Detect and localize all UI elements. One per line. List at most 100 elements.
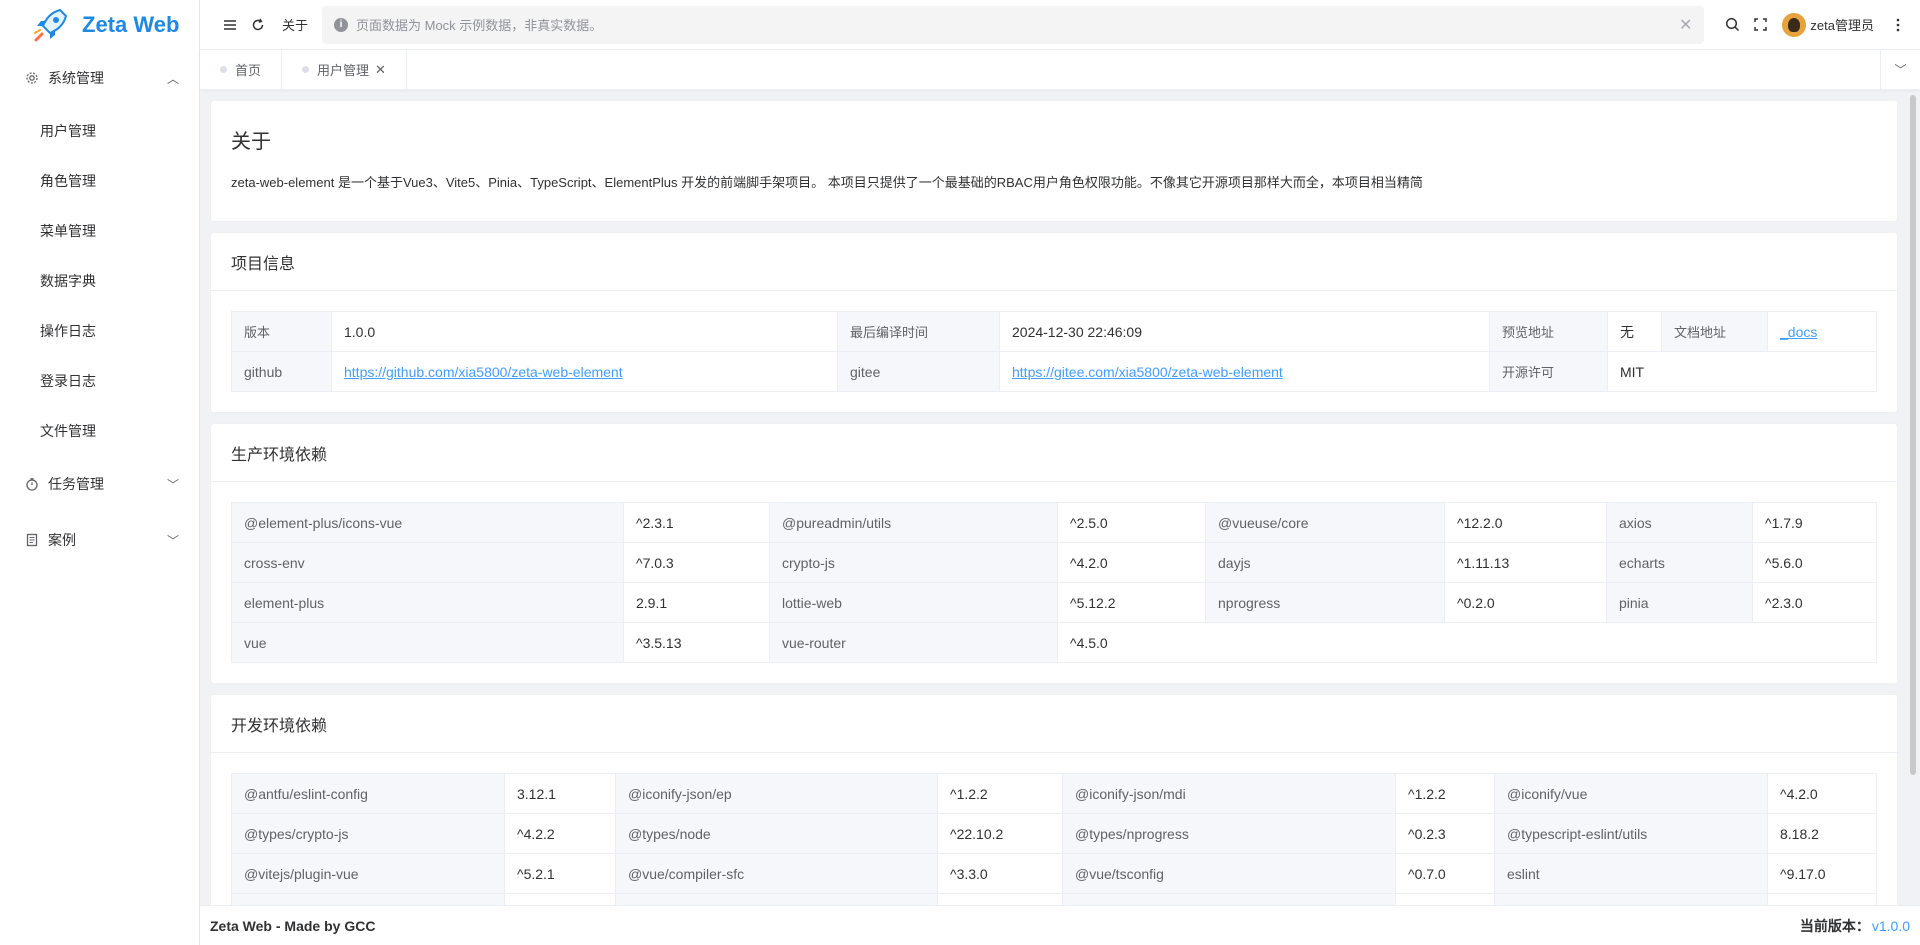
dep-version: ^5.12.2 <box>1057 582 1206 623</box>
dep-version: ^4.2.2 <box>504 813 616 854</box>
chevron-down-icon: ﹀ <box>166 477 179 492</box>
dep-version: ^2.5.0 <box>1057 502 1206 543</box>
dep-version: ^1.2.2 <box>1395 773 1495 814</box>
menu-group-tasks[interactable]: 任务管理 ﹀ <box>0 456 199 512</box>
version-value: v1.0.0 <box>1871 917 1910 934</box>
dep-version: ^1.2.2 <box>937 773 1063 814</box>
document-icon <box>24 532 40 548</box>
card-title: 开发环境依赖 <box>211 695 1897 753</box>
sidebar-item-dictionary[interactable]: 数据字典 <box>0 256 199 306</box>
menu-group-system[interactable]: 系统管理 ︿ <box>0 50 199 106</box>
dep-version: ^7.0.3 <box>623 542 770 583</box>
dep-version: ^3.5.13 <box>623 622 770 663</box>
sidebar-item-roles[interactable]: 角色管理 <box>0 156 199 206</box>
info-key: 文档地址 <box>1661 311 1768 352</box>
dep-version: ^22.10.2 <box>937 813 1063 854</box>
info-icon: i <box>334 17 349 32</box>
dep-name: @types/node <box>615 813 938 854</box>
search-icon[interactable] <box>1718 11 1746 39</box>
tab-user-management[interactable]: 用户管理 ✕ <box>282 50 407 89</box>
table-row: cross-env ^7.0.3 crypto-js ^4.2.0 dayjs ^1.11… <box>231 542 1877 583</box>
info-value: https://github.com/xia5800/zeta-web-elem… <box>331 351 838 392</box>
dep-version: ^2.3.0 <box>1752 582 1877 623</box>
info-key: 开源许可 <box>1489 351 1608 392</box>
dep-name: @types/nprogress <box>1062 813 1396 854</box>
dep-name: @vueuse/core <box>1205 502 1445 543</box>
dep-name: @iconify-json/mdi <box>1062 773 1396 814</box>
info-value: https://gitee.com/xia5800/zeta-web-eleme… <box>999 351 1490 392</box>
about-title: 关于 <box>231 131 271 153</box>
close-icon[interactable]: ✕ <box>375 62 386 78</box>
user-name: zeta管理员 <box>1810 18 1874 33</box>
logo[interactable]: Zeta Web <box>0 0 199 50</box>
about-description: zeta-web-element 是一个基于Vue3、Vite5、Pinia、T… <box>231 175 1423 190</box>
info-key: gitee <box>837 351 1000 392</box>
dev-deps-card: 开发环境依赖 @antfu/eslint-config 3.12.1 @iconif… <box>210 694 1898 905</box>
card-title: 生产环境依赖 <box>211 424 1897 482</box>
top-header: 关于 i 页面数据为 Mock 示例数据，非真实数据。 ✕ zeta管理员 <box>200 0 1920 50</box>
dep-name: cross-env <box>231 542 624 583</box>
info-key: 最后编译时间 <box>837 311 1000 352</box>
refresh-icon[interactable] <box>244 11 272 39</box>
sidebar-item-login-log[interactable]: 登录日志 <box>0 356 199 406</box>
github-link[interactable]: https://github.com/xia5800/zeta-web-elem… <box>344 364 623 380</box>
prod-deps-table: @element-plus/icons-vue ^2.3.1 @pureadmin/… <box>231 502 1877 663</box>
dep-version: ^2.3.1 <box>623 502 770 543</box>
chevron-down-icon: ﹀ <box>166 533 179 548</box>
table-row: vue ^3.5.13 vue-router ^4.5.0 <box>231 622 1877 663</box>
avatar <box>1782 12 1807 37</box>
sidebar-item-users[interactable]: 用户管理 <box>0 106 199 156</box>
dep-name: @antfu/eslint-config <box>231 773 505 814</box>
sidebar-item-files[interactable]: 文件管理 <box>0 406 199 456</box>
info-value: MIT <box>1607 351 1877 392</box>
dep-name: eslint <box>1494 853 1768 894</box>
sidebar: Zeta Web 系统管理 ︿ 用户管理 角色管理 菜单管理 数据字典 操作日志… <box>0 0 200 945</box>
dep-name: lottie-web <box>769 582 1058 623</box>
dep-version: ^1.7.9 <box>1752 502 1877 543</box>
menu-group-examples[interactable]: 案例 ﹀ <box>0 512 199 568</box>
about-card: 关于 zeta-web-element 是一个基于Vue3、Vite5、Pini… <box>210 100 1898 222</box>
tab-dot <box>302 66 310 73</box>
table-row: @antfu/eslint-config 3.12.1 @iconify-json/… <box>231 773 1877 814</box>
dep-version: ^3.3.0 <box>937 853 1063 894</box>
scrollbar[interactable] <box>1910 95 1916 775</box>
menu-toggle-icon[interactable] <box>216 11 244 39</box>
sidebar-item-operation-log[interactable]: 操作日志 <box>0 306 199 356</box>
dep-version: ^4.5.0 <box>1057 622 1877 663</box>
gitee-link[interactable]: https://gitee.com/xia5800/zeta-web-eleme… <box>1012 364 1283 380</box>
dep-name: element-plus <box>231 582 624 623</box>
tab-dot <box>220 66 227 73</box>
timer-icon <box>24 476 40 492</box>
dep-name: @vitejs/plugin-vue <box>231 853 505 894</box>
card-title: 项目信息 <box>211 233 1897 291</box>
dep-name: @pureadmin/utils <box>769 502 1058 543</box>
more-vertical-icon[interactable] <box>1884 11 1912 39</box>
footer: Zeta Web - Made by GCC 当前版本： v1.0.0 <box>200 905 1920 945</box>
dev-deps-table: @antfu/eslint-config 3.12.1 @iconify-json/… <box>231 773 1877 905</box>
card-body: @element-plus/icons-vue ^2.3.1 @pureadmin/… <box>211 482 1897 683</box>
about-link[interactable]: 关于 <box>282 15 308 34</box>
app-name: Zeta Web <box>82 12 180 37</box>
fullscreen-icon[interactable] <box>1746 11 1774 39</box>
menu-group-label: 案例 <box>48 532 76 548</box>
sidebar-item-menus[interactable]: 菜单管理 <box>0 206 199 256</box>
dep-name: axios <box>1606 502 1753 543</box>
tab-home[interactable]: 首页 <box>200 50 283 89</box>
project-info-table: 版本 1.0.0 最后编译时间 2024-12-30 22:46:09 预览地址… <box>231 311 1877 392</box>
info-key: 预览地址 <box>1489 311 1608 352</box>
dep-name: vue <box>231 622 624 663</box>
dep-version: 3.12.1 <box>504 773 616 814</box>
dep-name: nprogress <box>1205 582 1445 623</box>
dep-name: @vue/tsconfig <box>1062 853 1396 894</box>
table-row: element-plus 2.9.1 lottie-web ^5.12.2 nprogr… <box>231 582 1877 623</box>
docs-link[interactable]: _docs <box>1780 324 1817 340</box>
dep-version: ^4.2.0 <box>1767 773 1877 814</box>
dep-version <box>1395 893 1495 905</box>
dep-name <box>1494 893 1768 905</box>
notice-text: 页面数据为 Mock 示例数据，非真实数据。 <box>356 18 603 33</box>
dep-name: @vue/compiler-sfc <box>615 853 938 894</box>
menu-group-label: 系统管理 <box>48 70 104 86</box>
user-menu[interactable]: zeta管理员 <box>1782 12 1874 37</box>
chevron-down-icon[interactable]: ﹀ <box>1880 50 1920 89</box>
close-icon[interactable]: ✕ <box>1679 15 1692 35</box>
